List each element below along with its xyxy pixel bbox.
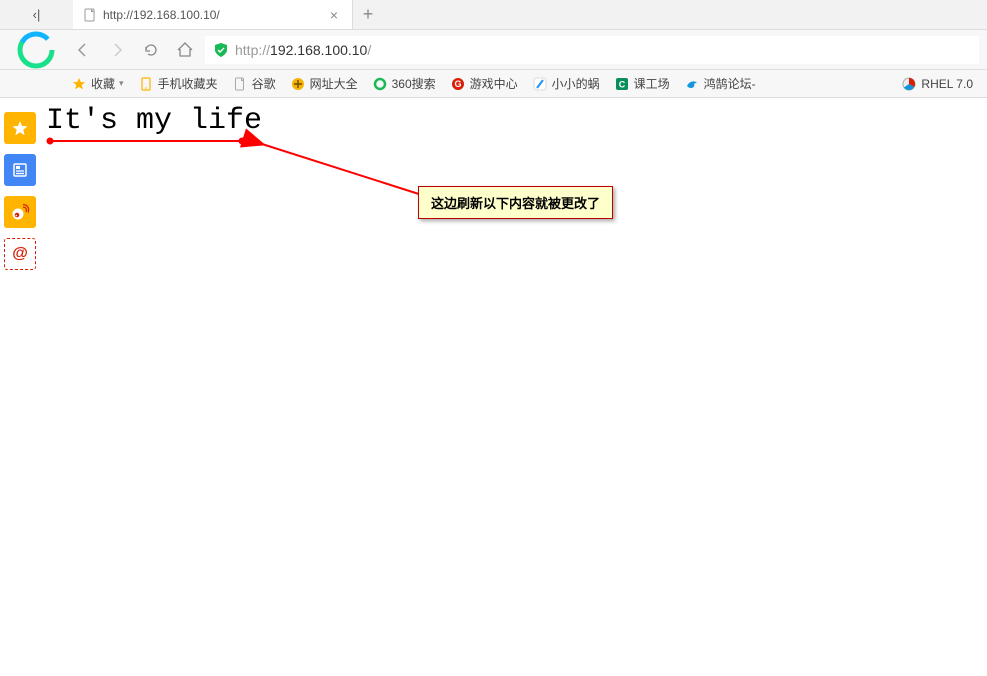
- annotation-overlay: [40, 98, 987, 676]
- bookmark-label: 谷歌: [252, 75, 276, 92]
- browser-tab[interactable]: http://192.168.100.10/ ×: [73, 0, 353, 29]
- url-host: 192.168.100.10: [270, 42, 367, 58]
- o-ring-icon: [372, 76, 388, 92]
- content-wrap: @ It's my life 这边刷新以下内容就被更改了: [0, 98, 987, 676]
- bookmark-item[interactable]: 谷歌: [226, 72, 282, 95]
- bookmark-item[interactable]: 360搜索: [366, 72, 442, 95]
- url-scheme: http://: [235, 42, 270, 58]
- g-circle-icon: G: [450, 76, 466, 92]
- bookmark-label: 手机收藏夹: [158, 75, 218, 92]
- bookmark-label: 课工场: [634, 75, 670, 92]
- rail-mail-button[interactable]: @: [4, 238, 36, 270]
- address-text: http://192.168.100.10/: [235, 42, 371, 58]
- bookmark-label: 小小的蜗: [552, 75, 600, 92]
- bookmark-item[interactable]: RHEL 7.0: [895, 73, 979, 95]
- tab-close-button[interactable]: ×: [326, 7, 342, 23]
- address-bar[interactable]: http://192.168.100.10/: [205, 36, 979, 64]
- url-path: /: [367, 42, 371, 58]
- new-tab-button[interactable]: +: [353, 0, 383, 29]
- svg-text:G: G: [454, 79, 461, 89]
- bookmark-label: RHEL 7.0: [921, 77, 973, 91]
- chevron-down-icon: ▾: [119, 78, 124, 89]
- bookmark-item[interactable]: G 游戏中心: [444, 72, 524, 95]
- rail-news-button[interactable]: [4, 154, 36, 186]
- tab-bar: ‹| http://192.168.100.10/ × +: [0, 0, 987, 30]
- svg-text:C: C: [618, 79, 625, 89]
- bookmark-item[interactable]: 小小的蜗: [526, 72, 606, 95]
- mobile-icon: [138, 76, 154, 92]
- toolbar: http://192.168.100.10/: [0, 30, 987, 70]
- bookmark-item[interactable]: 鸿鹄论坛-: [678, 72, 762, 95]
- back-button[interactable]: [69, 36, 97, 64]
- page-icon: [232, 76, 248, 92]
- star-icon: [71, 76, 87, 92]
- left-sidebar: @: [0, 98, 40, 676]
- bird-icon: [684, 76, 700, 92]
- at-icon: @: [12, 245, 28, 263]
- bookmark-label: 鸿鹄论坛-: [704, 75, 756, 92]
- security-shield-icon: [213, 42, 229, 58]
- browser-logo[interactable]: [8, 30, 63, 70]
- bookmark-label: 游戏中心: [470, 75, 518, 92]
- forward-button[interactable]: [103, 36, 131, 64]
- favorites-label: 收藏: [91, 75, 115, 92]
- bookmark-item[interactable]: 网址大全: [284, 72, 364, 95]
- reload-button[interactable]: [137, 36, 165, 64]
- annotation-callout: 这边刷新以下内容就被更改了: [418, 186, 613, 219]
- page-icon: [83, 8, 97, 22]
- bookmark-item[interactable]: 手机收藏夹: [132, 72, 224, 95]
- slash-icon: [532, 76, 548, 92]
- rail-favorites-button[interactable]: [4, 112, 36, 144]
- page-viewport: It's my life 这边刷新以下内容就被更改了: [40, 98, 987, 676]
- bookmark-item[interactable]: C 课工场: [608, 72, 676, 95]
- rail-weibo-button[interactable]: [4, 196, 36, 228]
- tab-strip-leading-button[interactable]: ‹|: [0, 0, 73, 29]
- bookmarks-bar: 收藏 ▾ 手机收藏夹 谷歌 网址大全 360搜索 G 游戏中心: [0, 70, 987, 98]
- favorites-button[interactable]: 收藏 ▾: [65, 72, 130, 95]
- globe-plus-icon: [290, 76, 306, 92]
- page-heading: It's my life: [40, 98, 987, 138]
- bookmark-label: 网址大全: [310, 75, 358, 92]
- c-square-icon: C: [614, 76, 630, 92]
- pie-icon: [901, 76, 917, 92]
- bookmark-label: 360搜索: [392, 75, 436, 92]
- home-button[interactable]: [171, 36, 199, 64]
- tab-title: http://192.168.100.10/: [103, 8, 320, 22]
